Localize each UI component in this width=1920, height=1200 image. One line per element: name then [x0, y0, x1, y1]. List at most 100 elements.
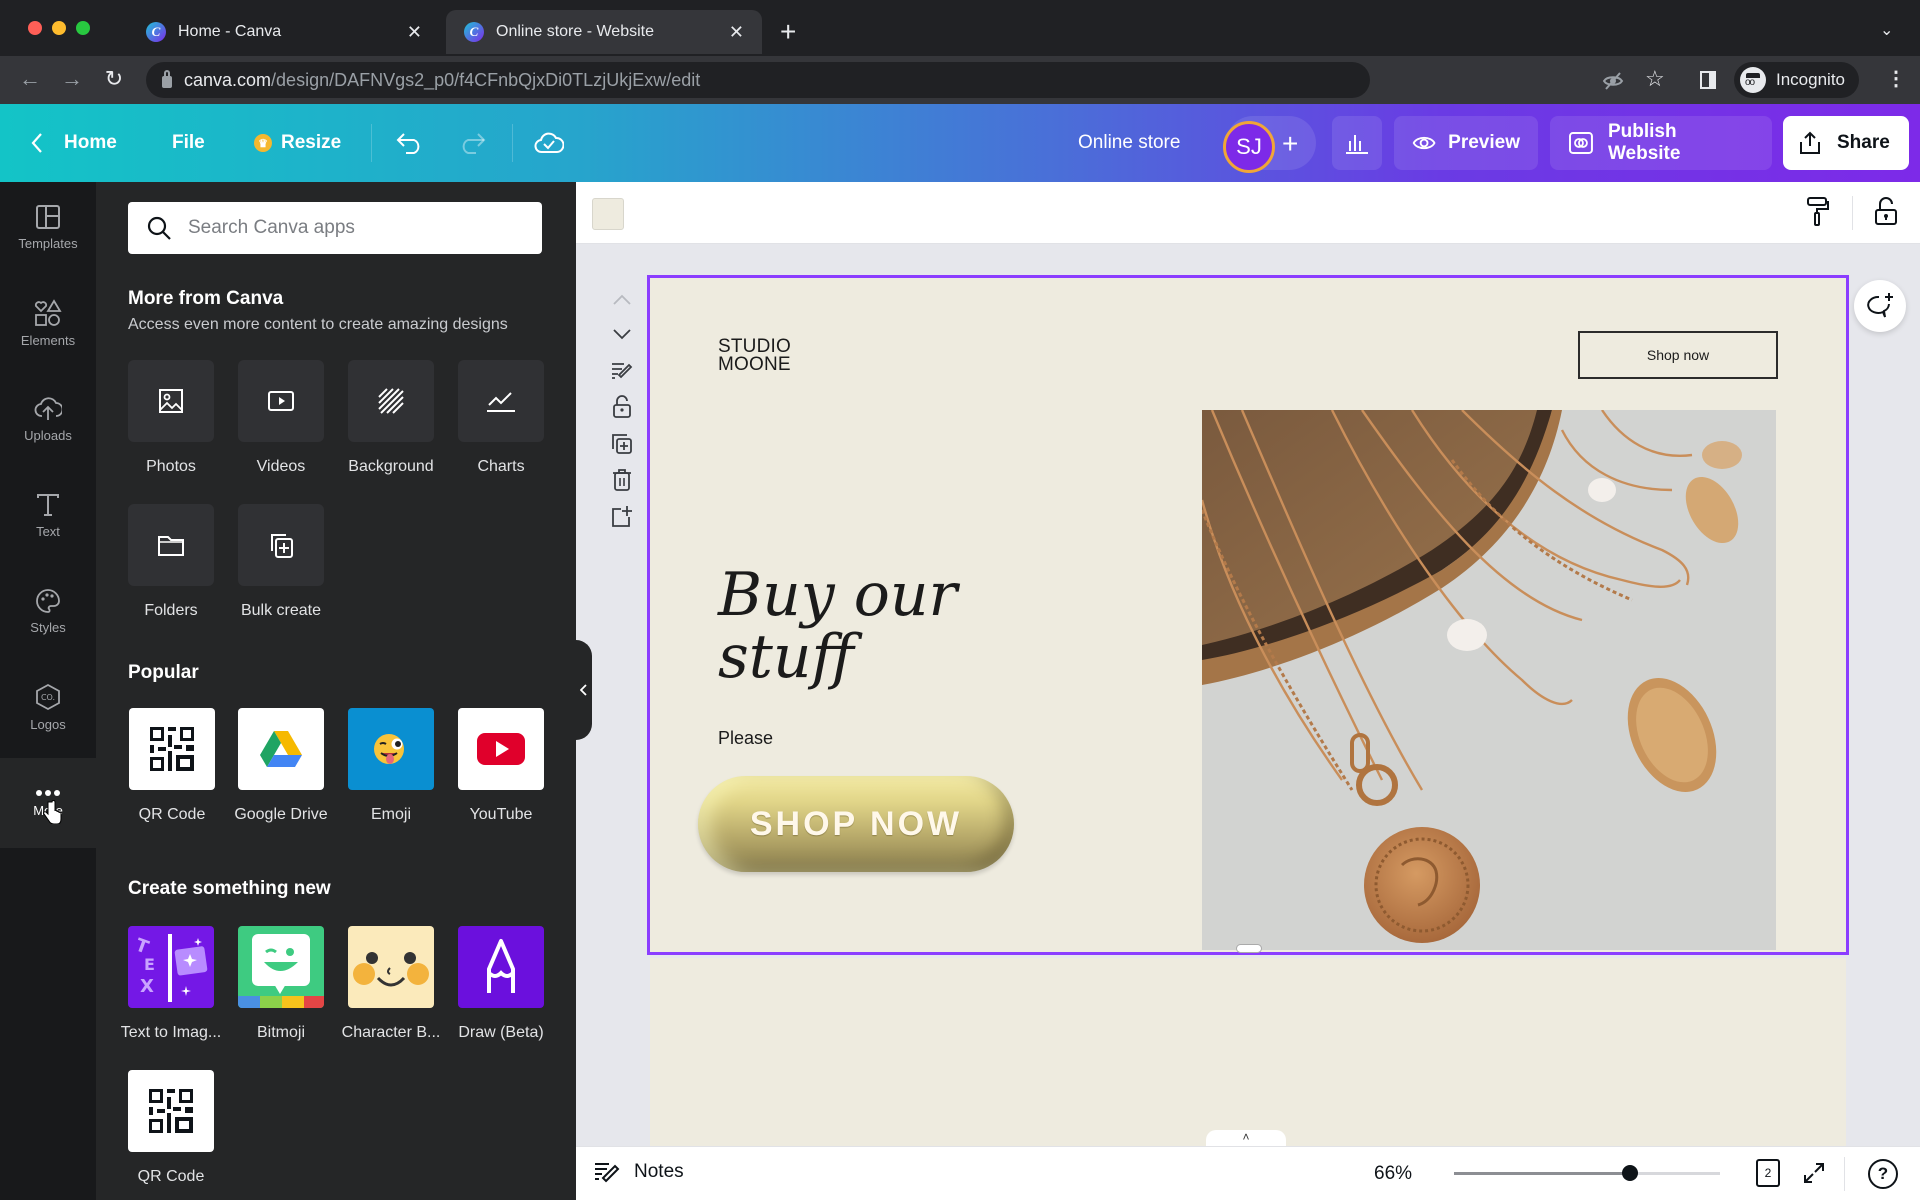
shop-now-nav-button[interactable]: Shop now	[1578, 331, 1778, 379]
app-tile-qr-code-2[interactable]	[128, 1070, 214, 1152]
delete-page-icon[interactable]	[610, 468, 634, 492]
publish-icon	[1568, 132, 1593, 154]
zoom-slider[interactable]	[1454, 1165, 1720, 1181]
reload-button[interactable]: ↻	[100, 66, 128, 92]
design-page[interactable]: STUDIO MOONE Shop now Buy our stuff Plea…	[647, 275, 1849, 955]
paint-roller-icon[interactable]	[1806, 196, 1830, 228]
styles-palette-icon	[36, 588, 60, 613]
help-button[interactable]: ?	[1868, 1159, 1898, 1189]
design-page-2[interactable]	[650, 958, 1846, 1158]
sidebar-item-text[interactable]: Text	[0, 470, 96, 560]
incognito-indicator[interactable]: Incognito	[1734, 62, 1859, 98]
winking-emoji-icon	[374, 734, 404, 764]
resize-handle[interactable]	[1236, 944, 1262, 953]
undo-icon[interactable]	[396, 132, 424, 154]
unlock-icon[interactable]	[1874, 196, 1898, 226]
preview-button[interactable]: Preview	[1394, 116, 1538, 170]
page-lock-icon[interactable]	[610, 394, 634, 418]
design-title[interactable]: Online store	[1078, 104, 1180, 182]
browser-toolbar: ← → ↻ canva.com/design/DAFNVgs2_p0/f4CFn…	[0, 56, 1920, 104]
avatar[interactable]: SJ	[1223, 121, 1275, 173]
address-bar[interactable]: canva.com/design/DAFNVgs2_p0/f4CFnbQjxDi…	[146, 62, 1370, 98]
app-tile-qr-code[interactable]	[129, 708, 215, 790]
sidebar-label: Logos	[30, 716, 66, 732]
canva-favicon-icon: C	[146, 22, 166, 42]
shop-now-nav-label: Shop now	[1646, 347, 1710, 363]
page-down-icon[interactable]	[610, 322, 634, 346]
bookmark-star-icon[interactable]: ☆	[1645, 66, 1665, 92]
back-button[interactable]: ←	[16, 66, 44, 92]
tab-search-chevron-icon[interactable]: ⌄	[1880, 20, 1893, 40]
collapse-panel-button[interactable]	[576, 640, 592, 740]
notes-button[interactable]: Notes	[594, 1161, 684, 1183]
search-apps-input[interactable]: Search Canva apps	[128, 202, 542, 254]
app-tile-youtube[interactable]	[458, 708, 544, 790]
resize-button[interactable]: ♛ Resize	[254, 104, 341, 182]
app-label: Text to Imag...	[120, 1024, 222, 1041]
zoom-percent[interactable]: 66%	[1374, 1163, 1412, 1185]
tab-close-icon[interactable]: ✕	[407, 22, 422, 43]
tab-close-icon[interactable]: ✕	[729, 22, 744, 43]
add-page-icon[interactable]	[610, 504, 634, 528]
sidebar-label: Text	[36, 523, 60, 539]
page-up-icon[interactable]	[610, 288, 634, 312]
app-tile-bitmoji[interactable]	[238, 926, 324, 1008]
editor-header: Home File ♛ Resize Online store SJ + Pre…	[0, 104, 1920, 182]
bulk-create-icon	[271, 534, 293, 558]
brand-line-2: MOONE	[718, 354, 791, 375]
app-tile-videos[interactable]	[238, 360, 324, 442]
page-notes-icon[interactable]	[610, 358, 634, 382]
forward-button[interactable]: →	[58, 66, 86, 92]
app-label: Emoji	[370, 806, 411, 823]
file-menu-button[interactable]: File	[172, 104, 205, 182]
browser-tab-home[interactable]: C Home - Canva ✕	[128, 10, 440, 54]
window-minimize-button[interactable]	[52, 21, 66, 35]
brand-logo-text[interactable]: STUDIO MOONE	[718, 337, 791, 375]
window-close-button[interactable]	[28, 21, 42, 35]
body-text[interactable]: Please	[718, 728, 773, 749]
app-tile-draw[interactable]	[458, 926, 544, 1008]
add-comment-button[interactable]	[1854, 280, 1906, 332]
sidebar-item-elements[interactable]: Elements	[0, 278, 96, 368]
zoom-slider-handle[interactable]	[1621, 1165, 1638, 1181]
app-tile-folders[interactable]	[128, 504, 214, 586]
background-color-swatch[interactable]	[592, 198, 624, 230]
publish-website-button[interactable]: Publish Website	[1550, 116, 1772, 170]
app-tile-character-builder[interactable]	[348, 926, 434, 1008]
app-tile-background[interactable]	[348, 360, 434, 442]
app-tile-photos[interactable]	[128, 360, 214, 442]
home-button[interactable]: Home	[30, 104, 117, 182]
qr-code-icon	[149, 1089, 193, 1133]
bitmoji-icon	[238, 934, 324, 1008]
sidebar-item-styles[interactable]: Styles	[0, 566, 96, 656]
divider	[1844, 1157, 1845, 1191]
new-tab-button[interactable]: +	[780, 16, 796, 48]
insights-button[interactable]	[1332, 116, 1382, 170]
app-tile-emoji[interactable]	[348, 708, 434, 790]
app-tile-bulk-create[interactable]	[238, 504, 324, 586]
sidebar-item-uploads[interactable]: Uploads	[0, 374, 96, 464]
side-panel-icon[interactable]	[1700, 71, 1716, 89]
headline-text[interactable]: Buy our stuff	[718, 564, 957, 688]
duplicate-page-icon[interactable]	[610, 432, 634, 456]
app-label: Videos	[256, 458, 306, 475]
window-maximize-button[interactable]	[76, 21, 90, 35]
app-tile-text-to-image[interactable]: TEX	[128, 926, 214, 1008]
cloud-saved-icon[interactable]	[534, 130, 564, 156]
shop-now-cta-button[interactable]: SHOP NOW	[698, 776, 1014, 872]
share-button[interactable]: Share	[1783, 116, 1909, 170]
browser-tab-online-store[interactable]: C Online store - Website ✕	[446, 10, 762, 54]
eye-off-icon[interactable]	[1602, 70, 1624, 92]
folder-icon	[158, 536, 184, 556]
app-tile-charts[interactable]	[458, 360, 544, 442]
page-count-button[interactable]: 2	[1756, 1159, 1780, 1187]
jewelry-photo[interactable]	[1202, 410, 1776, 950]
app-tile-google-drive[interactable]	[238, 708, 324, 790]
redo-icon[interactable]	[458, 132, 486, 154]
notes-label: Notes	[634, 1161, 684, 1182]
add-collaborator-button[interactable]: +	[1282, 128, 1298, 160]
browser-menu-icon[interactable]: ⋮	[1886, 66, 1906, 91]
sidebar-item-logos[interactable]: CO. Logos	[0, 662, 96, 752]
fullscreen-icon[interactable]	[1802, 1161, 1826, 1185]
sidebar-item-templates[interactable]: Templates	[0, 182, 96, 272]
